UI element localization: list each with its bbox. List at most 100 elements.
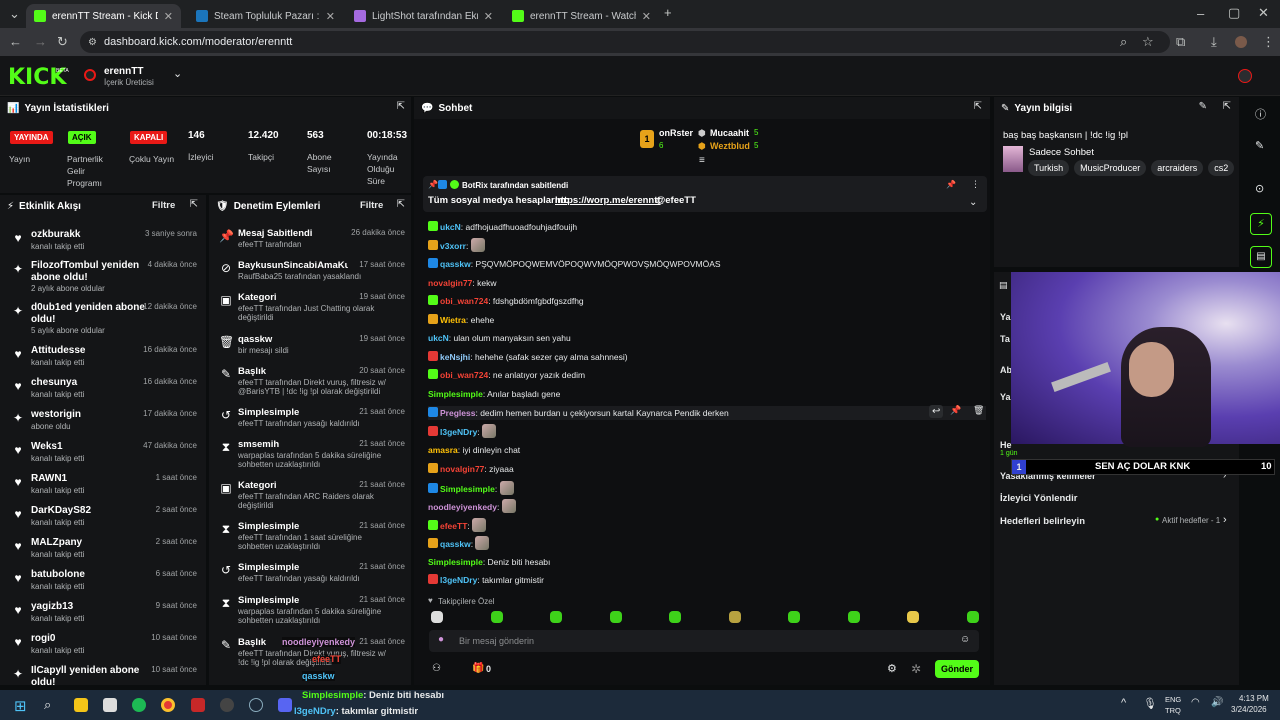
mod-action-item[interactable]: 🗑 qasskw bir mesajı sildi 19 saat önce [210,333,410,369]
chat-username[interactable]: obi_wan724 [440,370,488,380]
download-icon[interactable]: ⤓ [1211,35,1217,49]
store-icon[interactable] [103,698,117,712]
chat-username[interactable]: v3xorr [440,241,466,251]
emote-icon[interactable] [847,611,860,623]
emote-icon[interactable] [431,611,443,623]
pinned-menu-icon[interactable]: ⋮ [971,179,980,190]
pin-message-icon[interactable]: 📌 [950,405,961,416]
chat-username[interactable]: l3geNDry [440,575,477,585]
info-icon[interactable]: ⓘ [1255,106,1266,122]
discord-icon[interactable] [278,698,292,712]
activity-item[interactable]: ♥ Attitudesse kanalı takip etti 16 dakika ö… [0,345,205,375]
chat-username[interactable]: qasskw [440,259,471,269]
forward-icon[interactable]: → [34,35,47,49]
chat-message[interactable]: Simplesimple: Anılar başladı gene [428,387,560,401]
chevron-down-icon[interactable]: ⌄ [173,67,182,80]
chat-username[interactable]: Pregless [440,408,475,418]
site-info-icon[interactable]: ⚙ [88,36,97,50]
mic-icon[interactable]: ● [438,634,444,645]
chat-message[interactable]: ukcN: ulan olum manyaksın sen yahu [428,331,571,345]
back-icon[interactable]: ← [9,35,22,49]
clock-date[interactable]: 3/24/2026 [1231,705,1267,714]
activity-item[interactable]: ♥ yagizb13 kanalı takip etti 9 saat önce [0,601,205,631]
obs-icon[interactable] [220,698,234,712]
send-button[interactable]: Gönder [935,660,979,678]
lang-1[interactable]: ENG [1165,695,1181,704]
chat-message[interactable]: Simplesimple: [428,481,514,495]
windows-start-icon[interactable]: ⊞ [14,697,27,715]
popout-icon[interactable]: ⇱ [397,101,405,112]
chat-username[interactable]: obi_wan724 [440,296,488,306]
mod-action-item[interactable]: ▣ Kategori efeeTT tarafından Just Chatting… [210,291,410,327]
edit-icon[interactable]: ✎ [1199,101,1207,112]
chat-username[interactable]: Wietra [440,315,466,325]
activity-item[interactable]: ✦ d0ub1ed yeniden abone oldu! 5 aylık abon… [0,302,205,335]
emote-icon[interactable] [788,611,800,623]
chat-message[interactable]: obi_wan724: fdshgbdömfgbdfgszdfhg [428,294,584,308]
chat-message[interactable]: l3geNDry: [428,424,497,438]
close-window-icon[interactable]: ✕ [1258,6,1269,20]
mod-action-item[interactable]: ↺ Simplesimple efeeTT tarafından yasağı ka… [210,406,410,442]
message-placeholder[interactable]: Bir mesaj gönderin [459,636,534,646]
user-avatar[interactable] [1238,69,1252,83]
category-name[interactable]: Sadece Sohbet [1029,147,1094,158]
explorer-icon[interactable] [74,698,88,712]
chat-username[interactable]: novalgin77 [428,278,472,288]
tag-pill[interactable]: arcraiders [1151,160,1204,176]
wifi-icon[interactable]: ◠ [1191,697,1200,708]
menu-dots-icon[interactable]: ⋮ [1262,35,1275,49]
chat-username[interactable]: novalgin77 [440,464,484,474]
raid-row[interactable]: İzleyici Yönlendir [1000,493,1077,504]
mod-action-item[interactable]: ⊘ BaykusunSincabiAmaKurdishRaufBaba25 tar… [210,259,410,295]
top-gifter-3-name[interactable]: Weztblud [710,141,750,151]
activity-item[interactable]: ♥ batubolone kanalı takip etti 6 saat önce [0,569,205,599]
chat-username[interactable]: efeeTT [440,521,467,531]
chat-message[interactable]: qasskw: [428,536,490,550]
search-icon[interactable]: ⌕ [44,697,51,713]
activity-item[interactable]: ♥ Weks1 kanalı takip etti 47 dakika önce [0,441,205,471]
chat-username[interactable]: keNsjhi [440,352,470,362]
popout-icon[interactable]: ⇱ [190,199,198,210]
emote-icon[interactable] [966,611,979,623]
tab-2[interactable]: LightShot tarafından Ekran Gö ✕ [346,4,501,28]
chat-username[interactable]: amasra [428,445,458,455]
activity-item[interactable]: ♥ rogi0 kanalı takip etti 10 saat önce [0,633,205,663]
gift-icon[interactable]: 🎁 [472,663,484,674]
popout-icon[interactable]: ⇱ [974,101,982,112]
tab-close-icon[interactable]: ✕ [326,10,335,23]
emote-icon[interactable] [609,611,622,623]
chat-message[interactable]: noodleyiyenkedy: [428,499,516,513]
emote-icon[interactable] [728,611,741,623]
volume-icon[interactable]: 🔊 [1211,697,1223,708]
popout-icon[interactable]: ⇱ [397,199,405,210]
reply-icon[interactable]: ↩ [929,405,944,418]
profile-avatar[interactable] [1235,36,1247,48]
minimize-icon[interactable]: – [1197,7,1204,21]
activity-item[interactable]: ♥ chesunya kanalı takip etti 16 dakika önce [0,377,205,407]
mod-action-item[interactable]: 📌 Mesaj Sabitlendi efeeTT tarafından 26 dak… [210,227,410,263]
emote-icon[interactable] [669,611,681,623]
tab-3[interactable]: erennTT Stream - Watch Live o ✕ [504,4,659,28]
bolt-button[interactable]: ⚡ [1250,213,1272,235]
mic-tray-icon[interactable]: 🎙 [1143,697,1157,710]
activity-item[interactable]: ♥ ozkburakk kanalı takip etti 3 saniye sonr… [0,229,205,259]
chat-message[interactable]: ukcN: adfhojuadfhuoadfouhjadfouijh [428,220,577,234]
chat-message[interactable]: novalgin77: kekw [428,276,497,290]
activity-item[interactable]: ♥ RAWN1 kanalı takip etti 1 saat önce [0,473,205,503]
tab-1[interactable]: Steam Topluluk Pazarı :: Kul ✕ [188,4,343,28]
emoji-icon[interactable]: ☺ [960,634,970,645]
mod-action-item[interactable]: ↺ Simplesimple efeeTT tarafından yasağı ka… [210,561,410,597]
pin-action-icon[interactable]: 📌 [946,180,956,189]
edit-pen-icon[interactable]: ✎ [1255,139,1264,152]
chevron-down-icon[interactable]: ⌄ [969,197,977,208]
chat-username[interactable]: ukcN [428,333,449,343]
channel-name[interactable]: erennTT [104,66,143,77]
reload-icon[interactable]: ↻ [57,35,68,49]
chat-message[interactable]: efeeTT: [428,518,487,532]
bookmark-star-icon[interactable]: ☆ [1142,35,1154,49]
chat-username[interactable]: ukcN [440,222,461,232]
activity-filter-button[interactable]: Filtre [152,200,175,211]
chat-username[interactable]: l3geNDry [440,427,477,437]
chat-username[interactable]: Simplesimple [440,484,495,494]
spotify-icon[interactable] [132,698,146,712]
